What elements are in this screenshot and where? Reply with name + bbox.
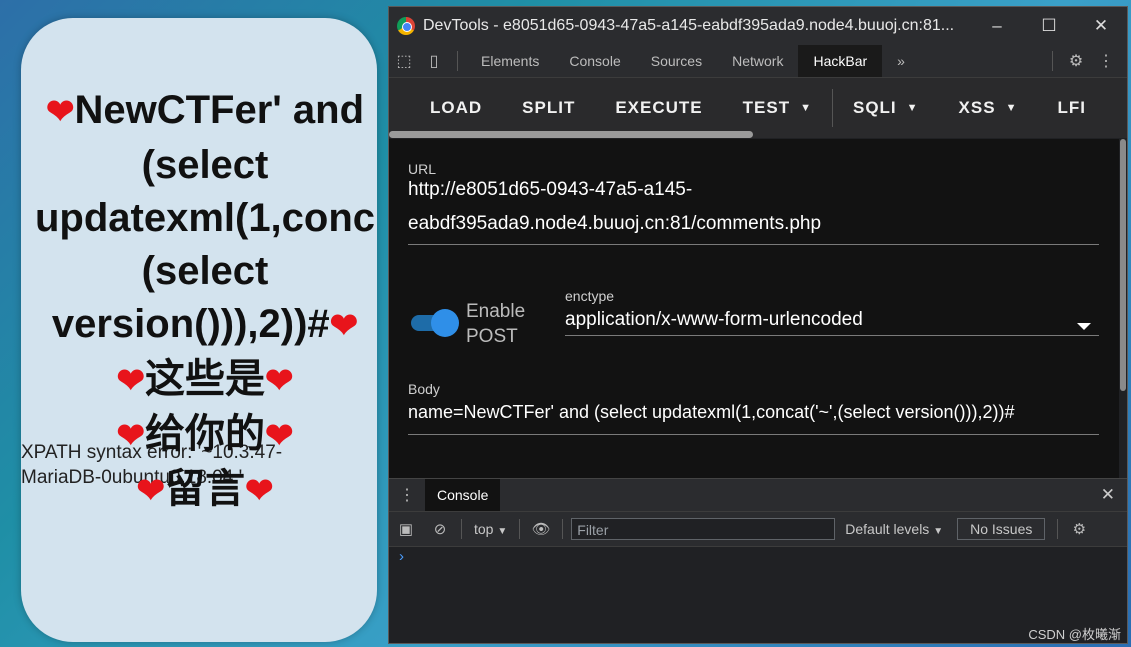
devtools-tabbar: ⬚ ▯ Elements Console Sources Network Hac… <box>389 45 1127 78</box>
toggle-label-line: POST <box>466 326 518 347</box>
watermark: CSDN @枚曦渐 <box>1028 627 1121 642</box>
heart-icon: ❤ <box>329 307 359 345</box>
tabbar-right: ⚙ ⋮ <box>1044 45 1121 77</box>
chrome-logo-icon <box>397 17 415 35</box>
body-underline <box>408 434 1099 435</box>
sidebar-toggle-icon[interactable]: ▣ <box>389 520 423 538</box>
divider <box>1052 51 1053 71</box>
heading-text: 留言 <box>165 467 245 511</box>
log-levels-dropdown[interactable]: Default levels ▼ <box>845 521 943 537</box>
enctype-label: enctype <box>565 288 615 304</box>
context-label: top <box>474 521 494 537</box>
hackbar-panel: URL http://e8051d65-0943-47a5-a145- eabd… <box>389 139 1119 479</box>
more-options-icon[interactable]: ⋮ <box>1091 51 1121 71</box>
console-toolbar: ▣ ⊘ top ▼ 👁 Filter Default levels ▼ No I… <box>389 511 1127 547</box>
drawer-tab-console[interactable]: Console <box>425 479 501 511</box>
divider <box>562 519 564 539</box>
heart-icon: ❤ <box>116 362 146 400</box>
heading-line-3: updatexml(1,conc <box>34 196 376 240</box>
enctype-select[interactable]: application/x-www-form-urlencoded <box>565 303 863 337</box>
lfi-menu-button[interactable]: LFI <box>1037 78 1106 138</box>
post-toggle-knob[interactable] <box>431 309 459 337</box>
maximize-button[interactable]: ☐ <box>1023 7 1075 45</box>
heart-icon: ❤ <box>45 93 75 131</box>
post-toggle-label: Enable POST <box>466 299 525 349</box>
sqli-menu-button[interactable]: SQLI ▼ <box>833 78 939 139</box>
tab-hackbar[interactable]: HackBar <box>798 45 883 77</box>
minimize-button[interactable]: – <box>971 7 1023 45</box>
caret-down-icon: ▼ <box>1005 102 1018 115</box>
vertical-scrollbar[interactable] <box>1120 139 1126 391</box>
heading-text: NewCTFer' and <box>74 88 365 132</box>
url-line: eabdf395ada9.node4.buuoj.cn:81/comments.… <box>408 213 822 234</box>
select-caret-icon[interactable] <box>1077 323 1091 330</box>
caret-down-icon: ▼ <box>906 102 919 115</box>
execute-button[interactable]: EXECUTE <box>595 78 722 138</box>
button-label: SQLI <box>852 97 897 117</box>
eye-icon[interactable]: 👁 <box>524 520 558 538</box>
heart-icon: ❤ <box>265 417 294 455</box>
url-underline <box>408 244 1099 245</box>
settings-gear-icon[interactable]: ⚙ <box>1061 51 1091 71</box>
comment-heading: ❤NewCTFer' and (select updatexml(1,conc … <box>21 84 377 518</box>
window-title: DevTools - e8051d65-0943-47a5-a145-eabdf… <box>423 17 955 34</box>
tab-console[interactable]: Console <box>554 45 635 77</box>
heading-line-2: (select <box>141 143 269 187</box>
title-bar: DevTools - e8051d65-0943-47a5-a145-eabdf… <box>389 7 1127 45</box>
url-input[interactable]: http://e8051d65-0943-47a5-a145- eabdf395… <box>408 173 821 241</box>
horizontal-scrollbar[interactable] <box>389 131 753 138</box>
console-settings-gear-icon[interactable]: ⚙ <box>1062 520 1096 538</box>
url-line: http://e8051d65-0943-47a5-a145- <box>408 179 693 200</box>
heart-icon: ❤ <box>116 417 146 455</box>
xss-menu-button[interactable]: XSS ▼ <box>939 78 1038 139</box>
devtools-window: DevTools - e8051d65-0943-47a5-a145-eabdf… <box>388 6 1128 644</box>
enctype-underline <box>565 335 1099 336</box>
heading-line-5: version())),2))#❤ <box>21 298 377 353</box>
caret-down-icon: ▼ <box>933 526 944 537</box>
divider <box>461 519 462 539</box>
heading-line-8: ❤留言❤ <box>21 463 377 518</box>
tab-sources[interactable]: Sources <box>636 45 717 77</box>
tab-elements[interactable]: Elements <box>466 45 554 77</box>
close-drawer-icon[interactable]: ✕ <box>1101 485 1115 505</box>
heart-icon: ❤ <box>265 362 294 400</box>
heading-line-1: ❤NewCTFer' and <box>21 84 377 139</box>
heart-icon: ❤ <box>245 472 274 510</box>
hackbar-toolbar: LOAD SPLIT EXECUTE TEST ▼ SQLI ▼ XSS ▼ LFI <box>389 78 1127 138</box>
window-controls: – ☐ ✕ <box>971 7 1127 45</box>
body-input[interactable]: name=NewCTFer' and (select updatexml(1,c… <box>408 395 1015 429</box>
tab-network[interactable]: Network <box>717 45 798 77</box>
context-selector[interactable]: top ▼ <box>466 521 515 537</box>
more-tabs-button[interactable]: » <box>882 45 920 77</box>
heading-line-4: (select <box>141 249 269 293</box>
button-label: TEST <box>742 97 791 117</box>
heart-icon: ❤ <box>136 472 166 510</box>
heading-text: 这些是 <box>145 357 265 401</box>
inspect-element-icon[interactable]: ⬚ <box>389 51 419 71</box>
split-button[interactable]: SPLIT <box>502 78 595 138</box>
caret-down-icon: ▼ <box>497 526 508 537</box>
button-label: XSS <box>958 97 996 117</box>
divider <box>519 519 521 539</box>
heading-text: version())),2))# <box>51 302 330 346</box>
divider <box>1057 519 1059 539</box>
page-card: ❤NewCTFer' and (select updatexml(1,conc … <box>21 18 377 642</box>
console-prompt[interactable]: › <box>399 548 404 565</box>
drawer-menu-icon[interactable]: ⋮ <box>389 485 425 505</box>
clear-console-icon[interactable]: ⊘ <box>423 520 457 538</box>
issues-button[interactable]: No Issues <box>957 518 1046 540</box>
heading-text: 给你的 <box>145 412 265 456</box>
caret-down-icon: ▼ <box>800 102 812 115</box>
device-toolbar-icon[interactable]: ▯ <box>419 51 449 71</box>
drawer-tabbar: ⋮ Console ✕ <box>389 478 1127 511</box>
toggle-label-line: Enable <box>466 301 526 322</box>
heading-line-7: ❤给你的❤ <box>21 408 377 463</box>
heading-line-6: ❤这些是❤ <box>21 353 377 408</box>
divider <box>457 51 458 71</box>
close-window-button[interactable]: ✕ <box>1075 7 1127 45</box>
test-menu-button[interactable]: TEST ▼ <box>723 78 832 139</box>
load-button[interactable]: LOAD <box>389 78 502 138</box>
filter-input[interactable]: Filter <box>571 518 836 540</box>
levels-label: Default levels <box>845 521 930 537</box>
